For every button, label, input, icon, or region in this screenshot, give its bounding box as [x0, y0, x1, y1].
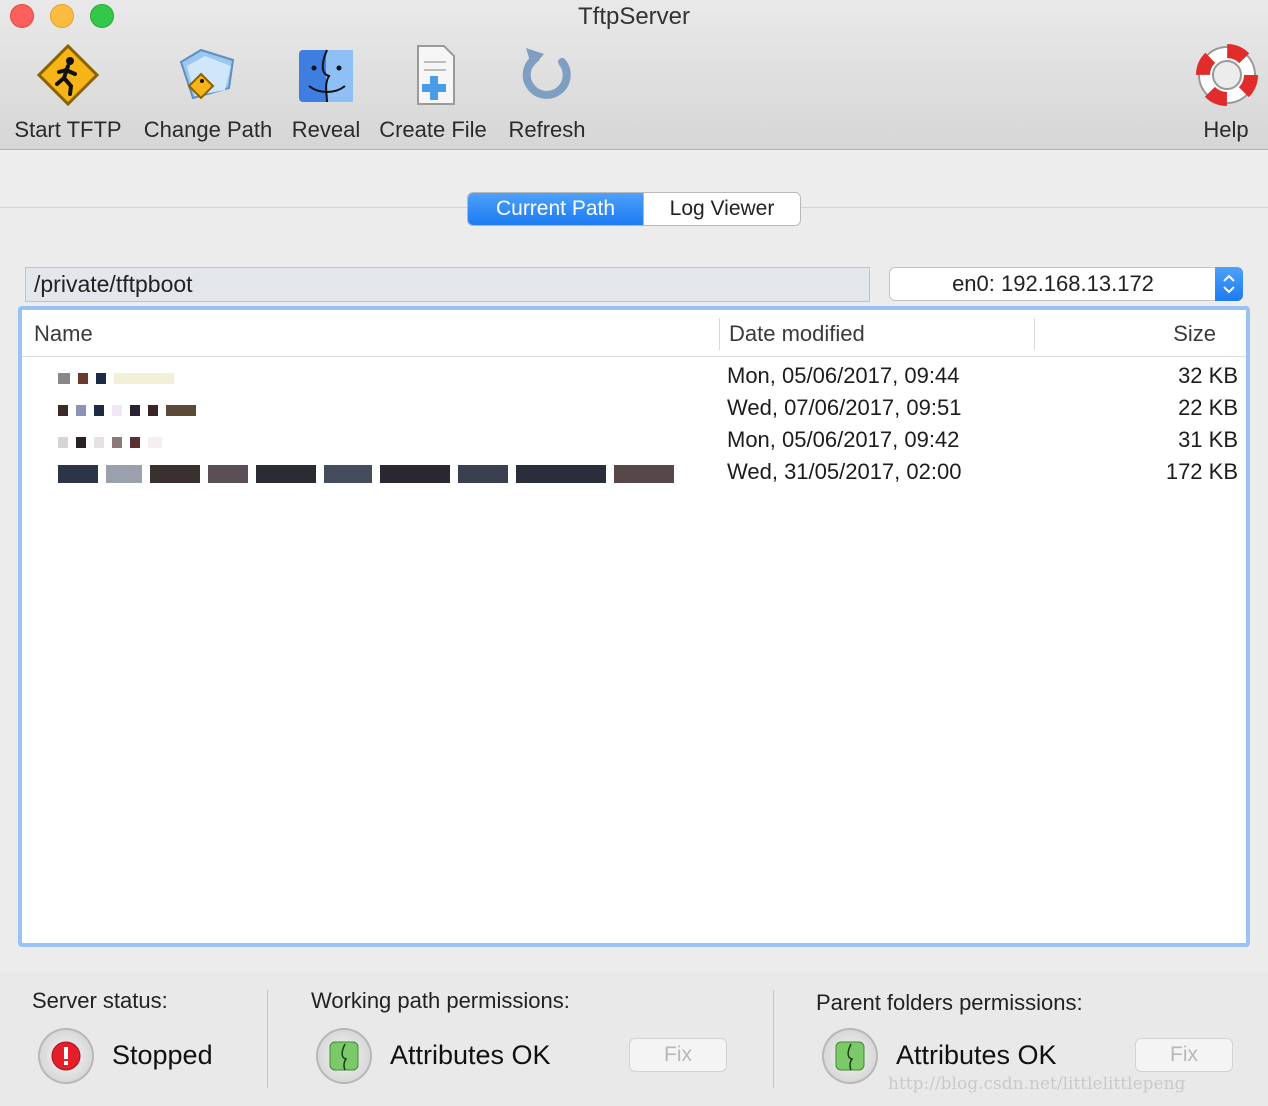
refresh-icon [522, 48, 571, 99]
table-row[interactable]: Wed, 31/05/2017, 02:00 172 KB [22, 456, 1246, 488]
working-path-permissions-value: Attributes OK [390, 1040, 551, 1070]
interface-select-value: en0: 192.168.13.172 [952, 271, 1154, 296]
redacted-filename [58, 460, 718, 484]
table-header: Name Date modified Size [22, 310, 1246, 357]
redacted-filename [58, 396, 718, 420]
folder-sign-icon [179, 48, 235, 100]
row-size: 22 KB [1178, 395, 1238, 420]
help-button[interactable]: Help [1192, 40, 1260, 143]
server-status-label: Server status: [32, 988, 168, 1013]
server-status-value: Stopped [112, 1040, 213, 1070]
toolbar: TftpServer Start TFTP Change Path Reveal [0, 0, 1268, 150]
row-size: 31 KB [1178, 427, 1238, 452]
status-divider [773, 990, 774, 1088]
table-row[interactable]: Wed, 07/06/2017, 09:51 22 KB [22, 392, 1246, 424]
interface-select[interactable]: en0: 192.168.13.172 [889, 267, 1243, 301]
parent-folders-fix-button[interactable]: Fix [1135, 1038, 1233, 1072]
view-tabs: Current Path Log Viewer [467, 192, 801, 226]
redacted-filename [58, 428, 718, 452]
working-path-permissions-label: Working path permissions: [311, 988, 570, 1013]
new-document-icon [417, 45, 455, 105]
watermark: http://blog.csdn.net/littlelittlepeng [888, 1074, 1186, 1094]
reveal-label: Reveal [291, 117, 361, 142]
finder-check-icon [316, 1028, 372, 1084]
lifebuoy-icon [1196, 44, 1258, 106]
finder-icon [299, 49, 353, 103]
row-date: Mon, 05/06/2017, 09:44 [727, 363, 960, 388]
column-header-size[interactable]: Size [1173, 321, 1216, 347]
row-date: Wed, 31/05/2017, 02:00 [727, 459, 962, 484]
refresh-button[interactable]: Refresh [504, 40, 590, 143]
path-field[interactable]: /private/tftpboot [25, 267, 870, 302]
running-man-sign-icon [36, 43, 100, 107]
change-path-button[interactable]: Change Path [140, 40, 276, 143]
stop-icon [38, 1028, 94, 1084]
row-size: 32 KB [1178, 363, 1238, 388]
parent-folders-permissions-label: Parent folders permissions: [816, 990, 1083, 1015]
help-label: Help [1203, 117, 1249, 142]
refresh-label: Refresh [508, 117, 586, 142]
column-header-date[interactable]: Date modified [729, 321, 865, 347]
start-tftp-button[interactable]: Start TFTP [10, 40, 126, 143]
window-title: TftpServer [577, 3, 691, 30]
row-date: Mon, 05/06/2017, 09:42 [727, 427, 960, 452]
status-divider [267, 990, 268, 1088]
change-path-label: Change Path [143, 117, 273, 142]
redacted-filename [58, 364, 718, 388]
table-row[interactable]: Mon, 05/06/2017, 09:44 32 KB [22, 360, 1246, 392]
table-row[interactable]: Mon, 05/06/2017, 09:42 31 KB [22, 424, 1246, 456]
parent-folders-permissions-value: Attributes OK [896, 1040, 1057, 1070]
create-file-label: Create File [379, 117, 487, 142]
chevron-updown-icon [1215, 267, 1243, 301]
start-tftp-label: Start TFTP [14, 117, 122, 142]
column-divider[interactable] [719, 318, 720, 350]
tab-log-viewer[interactable]: Log Viewer [643, 193, 800, 225]
tab-current-path[interactable]: Current Path [468, 193, 643, 225]
create-file-button[interactable]: Create File [374, 40, 492, 143]
reveal-button[interactable]: Reveal [288, 40, 364, 143]
finder-check-icon [822, 1028, 878, 1084]
column-header-name[interactable]: Name [34, 321, 93, 347]
row-size: 172 KB [1165, 459, 1238, 484]
column-divider[interactable] [1034, 318, 1035, 350]
file-table[interactable]: Name Date modified Size Mon, 05/06/2017,… [18, 306, 1250, 947]
row-date: Wed, 07/06/2017, 09:51 [727, 395, 962, 420]
working-path-fix-button[interactable]: Fix [629, 1038, 727, 1072]
